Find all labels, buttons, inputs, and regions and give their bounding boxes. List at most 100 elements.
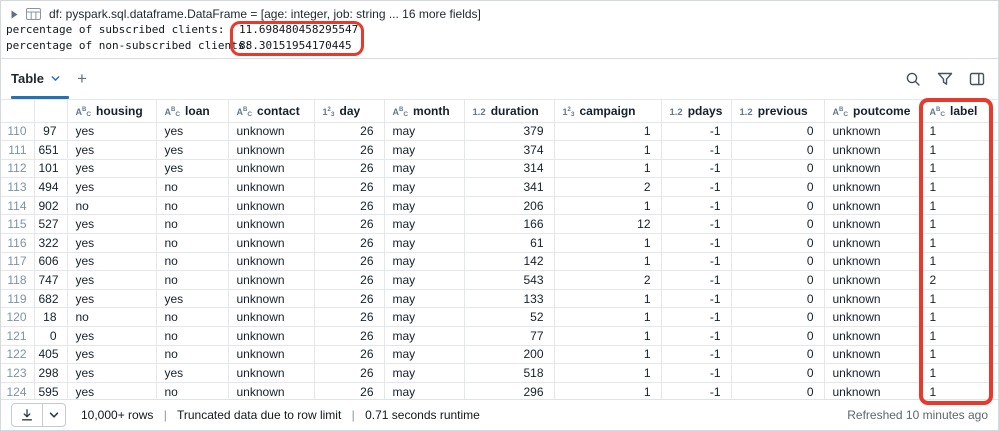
column-header-duration[interactable]: 1.2duration — [464, 100, 554, 122]
table-cell[interactable]: 206 — [464, 196, 554, 215]
table-cell[interactable]: 2 — [921, 271, 998, 290]
table-cell[interactable]: unknown — [824, 289, 921, 308]
table-cell[interactable]: may — [384, 345, 464, 364]
table-cell[interactable]: no — [156, 196, 228, 215]
column-header-month[interactable]: ABCmonth — [384, 100, 464, 122]
table-cell[interactable]: may — [384, 234, 464, 253]
add-visualization-button[interactable]: + — [77, 70, 87, 89]
table-cell[interactable]: 0 — [34, 327, 67, 346]
download-options-chevron-icon[interactable] — [42, 404, 65, 426]
table-cell[interactable]: no — [156, 234, 228, 253]
table-cell[interactable]: 12 — [554, 215, 661, 234]
table-cell[interactable]: 2 — [554, 178, 661, 197]
table-cell[interactable]: unknown — [228, 178, 314, 197]
table-cell[interactable]: unknown — [228, 364, 314, 383]
table-cell[interactable]: yes — [156, 289, 228, 308]
table-cell[interactable]: 2 — [554, 271, 661, 290]
table-cell[interactable]: -1 — [661, 122, 731, 141]
table-cell[interactable]: -1 — [661, 308, 731, 327]
table-cell[interactable]: 0 — [731, 327, 824, 346]
row-index[interactable]: 123 — [1, 364, 34, 383]
table-cell[interactable]: 1 — [921, 345, 998, 364]
table-cell[interactable]: 1 — [554, 122, 661, 141]
table-cell[interactable]: -1 — [661, 215, 731, 234]
table-cell[interactable]: 1 — [921, 289, 998, 308]
row-index[interactable]: 120 — [1, 308, 34, 327]
table-cell[interactable]: 1 — [921, 159, 998, 178]
table-cell[interactable]: yes — [67, 271, 156, 290]
table-cell[interactable]: 133 — [464, 289, 554, 308]
table-cell[interactable]: no — [156, 178, 228, 197]
table-cell[interactable]: yes — [67, 234, 156, 253]
table-cell[interactable]: no — [67, 308, 156, 327]
table-cell[interactable]: 494 — [34, 178, 67, 197]
column-header-previous[interactable]: 1.2previous — [731, 100, 824, 122]
table-cell[interactable]: yes — [156, 141, 228, 160]
table-cell[interactable]: 142 — [464, 252, 554, 271]
table-cell[interactable]: 0 — [731, 308, 824, 327]
table-cell[interactable]: unknown — [824, 122, 921, 141]
table-cell[interactable]: 1 — [921, 382, 998, 399]
table-cell[interactable]: 1 — [921, 327, 998, 346]
row-index[interactable]: 110 — [1, 122, 34, 141]
table-cell[interactable]: 1 — [554, 289, 661, 308]
table-cell[interactable]: 101 — [34, 159, 67, 178]
table-cell[interactable]: 341 — [464, 178, 554, 197]
table-cell[interactable]: -1 — [661, 234, 731, 253]
table-cell[interactable]: 1 — [554, 327, 661, 346]
table-cell[interactable]: 0 — [731, 141, 824, 160]
table-cell[interactable]: 1 — [921, 196, 998, 215]
table-cell[interactable]: yes — [67, 159, 156, 178]
table-cell[interactable]: yes — [67, 178, 156, 197]
table-cell[interactable]: unknown — [228, 327, 314, 346]
table-cell[interactable]: yes — [67, 141, 156, 160]
table-cell[interactable]: 26 — [314, 308, 384, 327]
table-cell[interactable]: 26 — [314, 289, 384, 308]
table-cell[interactable]: yes — [67, 289, 156, 308]
table-cell[interactable]: unknown — [228, 271, 314, 290]
table-cell[interactable]: 1 — [554, 252, 661, 271]
table-cell[interactable]: 1 — [554, 308, 661, 327]
table-cell[interactable]: unknown — [228, 122, 314, 141]
row-index[interactable]: 116 — [1, 234, 34, 253]
table-cell[interactable]: 1 — [554, 382, 661, 399]
table-cell[interactable]: yes — [156, 122, 228, 141]
table-cell[interactable]: -1 — [661, 196, 731, 215]
table-cell[interactable]: 527 — [34, 215, 67, 234]
table-cell[interactable]: 77 — [464, 327, 554, 346]
table-cell[interactable]: 200 — [464, 345, 554, 364]
table-cell[interactable]: unknown — [228, 382, 314, 399]
table-cell[interactable]: no — [156, 252, 228, 271]
table-cell[interactable]: no — [156, 345, 228, 364]
table-cell[interactable]: 26 — [314, 364, 384, 383]
table-cell[interactable]: 405 — [34, 345, 67, 364]
table-cell[interactable]: 1 — [921, 308, 998, 327]
table-cell[interactable]: unknown — [228, 234, 314, 253]
table-cell[interactable]: no — [156, 382, 228, 399]
table-cell[interactable]: -1 — [661, 364, 731, 383]
table-cell[interactable]: 0 — [731, 159, 824, 178]
table-cell[interactable]: unknown — [824, 234, 921, 253]
table-cell[interactable]: unknown — [824, 271, 921, 290]
table-cell[interactable]: 1 — [554, 159, 661, 178]
table-cell[interactable]: 26 — [314, 327, 384, 346]
table-cell[interactable]: 902 — [34, 196, 67, 215]
table-cell[interactable]: 26 — [314, 122, 384, 141]
table-cell[interactable]: 518 — [464, 364, 554, 383]
table-cell[interactable]: 26 — [314, 215, 384, 234]
table-cell[interactable]: -1 — [661, 141, 731, 160]
table-cell[interactable]: may — [384, 122, 464, 141]
table-cell[interactable]: unknown — [228, 141, 314, 160]
table-cell[interactable]: yes — [67, 215, 156, 234]
table-cell[interactable]: unknown — [228, 308, 314, 327]
row-index[interactable]: 111 — [1, 141, 34, 160]
table-cell[interactable]: 682 — [34, 289, 67, 308]
table-cell[interactable]: -1 — [661, 382, 731, 399]
table-cell[interactable]: 314 — [464, 159, 554, 178]
table-cell[interactable]: 322 — [34, 234, 67, 253]
table-cell[interactable]: 0 — [731, 196, 824, 215]
row-index[interactable]: 112 — [1, 159, 34, 178]
table-cell[interactable]: -1 — [661, 252, 731, 271]
table-cell[interactable]: 26 — [314, 345, 384, 364]
row-index[interactable]: 117 — [1, 252, 34, 271]
